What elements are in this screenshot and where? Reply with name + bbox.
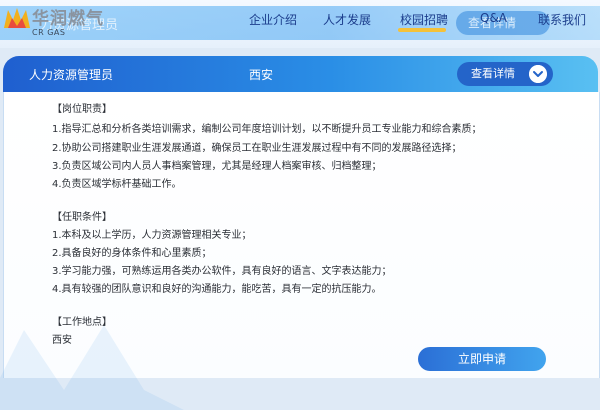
requirements-heading: 【任职条件】	[52, 212, 112, 223]
location-value: 西安	[52, 335, 72, 346]
location-heading: 【工作地点】	[52, 317, 112, 328]
duties-heading: 【岗位职责】	[52, 104, 112, 115]
requirement-item: 2.具备良好的身体条件和心里素质；	[52, 248, 212, 259]
requirement-item: 3.学习能力强，可熟练运用各类办公软件，具有良好的语言、文字表达能力；	[52, 266, 392, 277]
nav-campus[interactable]: 校园招聘	[400, 11, 448, 28]
apply-now-button[interactable]: 立即申请	[418, 347, 546, 371]
nav-talent[interactable]: 人才发展	[323, 11, 371, 28]
logo-text: 华润燃气	[32, 9, 104, 29]
nav-active-indicator	[398, 28, 446, 32]
nav-contact[interactable]: 联系我们	[538, 11, 586, 28]
duty-item: 2.协助公司搭建职业生涯发展通道，确保员工在职业生涯发展过程中有不同的发展路径选…	[52, 143, 462, 154]
view-details-label: 查看详情	[471, 67, 515, 80]
cr-gas-logo[interactable]: 华润燃气 CR GAS	[4, 2, 154, 42]
chevron-down-icon	[529, 65, 547, 83]
job-title: 人力资源管理员	[29, 68, 114, 82]
background-watermark	[0, 325, 184, 410]
nav-about[interactable]: 企业介绍	[249, 11, 297, 28]
duty-item: 1.指导汇总和分析各类培训需求，编制公司年度培训计划，以不断提升员工专业能力和综…	[52, 124, 482, 135]
job-header-bar: 人力资源管理员 西安 查看详情	[3, 56, 598, 92]
logo-english: CR GAS	[32, 28, 66, 37]
logo-mark-icon	[4, 8, 30, 28]
view-details-button[interactable]: 查看详情	[457, 62, 553, 86]
nav-qa[interactable]: Q&A	[480, 11, 507, 25]
job-city: 西安	[249, 68, 274, 82]
requirement-item: 4.具有较强的团队意识和良好的沟通能力，能吃苦，具有一定的抗压能力。	[52, 284, 382, 295]
top-navigation: 力资源管理员 查看详情 华润燃气 CR GAS 企业介绍 人才发展 校园招聘 Q…	[0, 0, 600, 48]
duty-item: 3.负责区域公司内人员人事档案管理，尤其是经理人档案审核、归档整理；	[52, 161, 382, 172]
duty-item: 4.负责区域学标杆基础工作。	[52, 179, 182, 190]
requirement-item: 1.本科及以上学历，人力资源管理相关专业；	[52, 230, 252, 241]
